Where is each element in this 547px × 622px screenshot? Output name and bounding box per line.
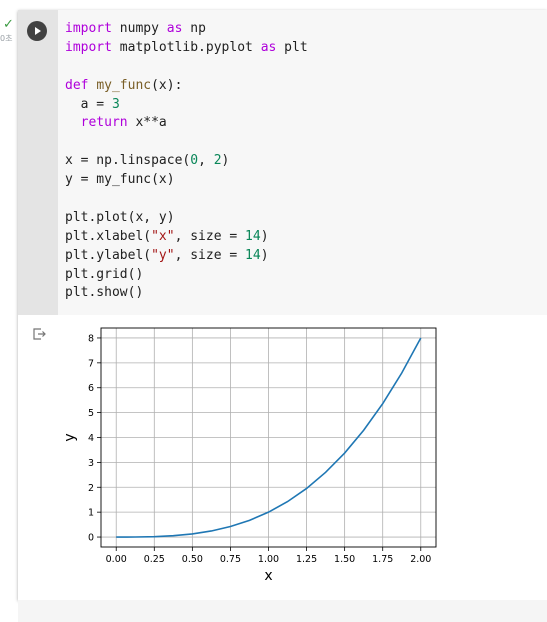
code-token: "x" <box>151 228 175 244</box>
x-tick-label: 2.00 <box>410 554 431 565</box>
cell-gutter <box>18 10 58 315</box>
code-token: plt.grid() <box>65 266 144 282</box>
code-line: plt.xlabel("x", size = 14) <box>65 228 308 247</box>
y-tick-label: 2 <box>88 483 94 494</box>
code-token: ) <box>221 153 230 169</box>
code-token: return <box>80 115 128 131</box>
y-tick-label: 6 <box>88 383 94 394</box>
code-token: , size = <box>174 228 246 244</box>
code-token: as <box>260 39 277 55</box>
play-icon <box>35 27 41 35</box>
code-token: plt.show() <box>65 285 144 301</box>
y-tick-label: 3 <box>88 458 94 469</box>
code-token: , size = <box>174 247 246 263</box>
output-icon[interactable] <box>32 327 46 341</box>
y-axis-label: y <box>62 433 78 441</box>
code-text[interactable]: import numpy as np import matplotlib.pypl… <box>65 20 308 303</box>
code-line: a = 3 <box>65 96 308 115</box>
code-token: plt.ylabel( <box>65 247 152 263</box>
x-tick-label: 1.75 <box>372 554 393 565</box>
x-tick-label: 1.25 <box>296 554 317 565</box>
code-line: import matplotlib.pyplot as plt <box>65 39 308 58</box>
code-token: plt <box>276 39 308 55</box>
code-token: numpy <box>111 21 167 36</box>
code-token: a = <box>65 96 112 112</box>
code-token: x**a <box>127 115 167 131</box>
code-line: def my_func(x): <box>65 77 308 96</box>
x-axis-label: x <box>264 568 272 584</box>
code-line: plt.ylabel("y", size = 14) <box>65 247 308 266</box>
code-token: "y" <box>151 247 175 263</box>
code-token: plt.plot(x, y) <box>65 209 175 225</box>
code-token: np <box>182 21 206 36</box>
check-icon: ✓ <box>3 17 14 32</box>
code-token: ) <box>260 247 269 263</box>
code-line: plt.plot(x, y) <box>65 209 308 228</box>
code-token: 14 <box>245 247 261 263</box>
code-token: def <box>65 77 89 93</box>
code-token: 0 <box>190 153 199 169</box>
code-token: y = my_func(x) <box>65 172 175 188</box>
y-tick-label: 4 <box>88 433 94 444</box>
y-tick-label: 0 <box>88 533 94 544</box>
cell-footer <box>18 600 547 622</box>
code-line: return x**a <box>65 114 308 133</box>
x-tick-label: 0.50 <box>182 554 203 565</box>
x-tick-label: 0.25 <box>144 554 165 565</box>
code-token: plt.xlabel( <box>65 228 152 244</box>
y-tick-label: 7 <box>88 358 94 369</box>
code-token: 14 <box>245 228 261 244</box>
code-line: plt.grid() <box>65 266 308 285</box>
code-token: import <box>65 21 112 36</box>
y-tick-label: 8 <box>88 333 94 344</box>
x-tick-label: 0.00 <box>106 554 127 565</box>
y-tick-label: 1 <box>88 508 94 519</box>
code-token: as <box>166 21 183 36</box>
code-token: ) <box>260 228 269 244</box>
code-line: plt.show() <box>65 284 308 303</box>
run-cell-button[interactable] <box>27 21 47 41</box>
y-tick-label: 5 <box>88 408 94 419</box>
x-tick-label: 1.00 <box>258 554 279 565</box>
code-token: x = np.linspace( <box>65 153 191 169</box>
code-token: import <box>65 39 112 55</box>
code-line: import numpy as np <box>65 20 308 39</box>
code-token: my_func <box>96 77 152 93</box>
x-tick-label: 1.50 <box>334 554 355 565</box>
execution-time: 0초 <box>0 34 13 43</box>
code-line: y = my_func(x) <box>65 171 308 190</box>
output-plot: 0.00 0.25 0.50 0.75 1.00 1.25 1.50 1.75 2.00 0 1 2 3… <box>62 327 437 584</box>
code-token: 2 <box>213 153 222 169</box>
x-tick-label: 0.75 <box>220 554 241 565</box>
code-token: , <box>198 153 214 169</box>
code-token: matplotlib.pyplot <box>111 39 261 55</box>
code-token: 3 <box>111 96 120 112</box>
code-line: x = np.linspace(0, 2) <box>65 152 308 171</box>
code-token: (x): <box>151 77 183 93</box>
